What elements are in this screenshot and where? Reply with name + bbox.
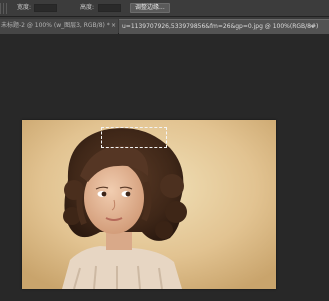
height-label: 高度:: [80, 4, 95, 11]
tab-label: u=1139707926,533979856&fm=26&gp=0.jpg @ …: [122, 23, 319, 30]
tab-photo-jpg[interactable]: u=1139707926,533979856&fm=26&gp=0.jpg @ …: [119, 19, 329, 34]
selection-marquee[interactable]: [101, 127, 167, 148]
options-bar: 宽度: 高度: 调整边缘...: [0, 0, 329, 17]
refine-edge-button[interactable]: 调整边缘...: [130, 3, 170, 13]
width-input[interactable]: [34, 4, 57, 12]
tab-label: 未标题-2 @ 100% (w_图层3, RGB/8) *: [1, 22, 110, 29]
height-input[interactable]: [98, 4, 121, 12]
document-tab-bar: 未标题-2 @ 100% (w_图层3, RGB/8) * × u=113970…: [0, 17, 329, 34]
toolbar-grip[interactable]: [0, 3, 8, 14]
tab-untitled-2[interactable]: 未标题-2 @ 100% (w_图层3, RGB/8) * ×: [0, 19, 118, 34]
close-icon[interactable]: ×: [111, 19, 116, 32]
width-label: 宽度:: [17, 4, 32, 11]
close-icon[interactable]: ×: [309, 20, 314, 33]
